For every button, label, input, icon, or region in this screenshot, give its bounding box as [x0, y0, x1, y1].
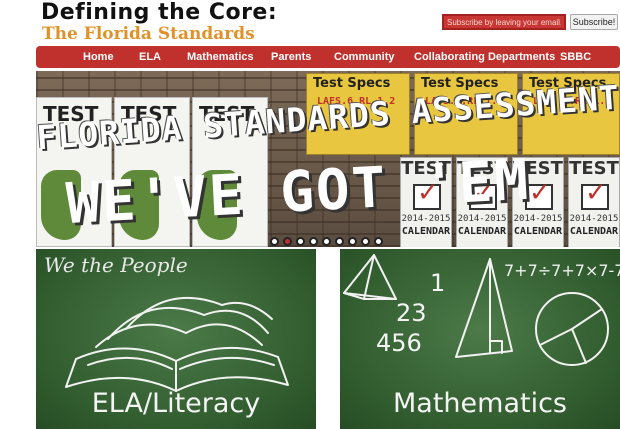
slider-dot[interactable] — [374, 237, 383, 246]
ela-literacy-label: ELA/Literacy — [91, 388, 261, 419]
math-digit-row-2: 23 — [396, 299, 427, 327]
math-digit-row-1: 1 — [430, 269, 446, 297]
nav-item-collaborating-departments[interactable]: Collaborating Departments — [414, 46, 555, 68]
slider-dot[interactable] — [348, 237, 357, 246]
mathematics-label: Mathematics — [393, 388, 567, 419]
site-title[interactable]: Defining the Core: — [41, 0, 277, 25]
slider-dot[interactable] — [335, 237, 344, 246]
slider-dot[interactable] — [296, 237, 305, 246]
slider-pagination — [270, 233, 387, 246]
checkmark-icon: ✓ — [585, 178, 607, 208]
nav-item-sbbc[interactable]: SBBC — [560, 46, 591, 68]
subscribe-button[interactable]: Subscribe! — [570, 14, 618, 30]
hero-slider[interactable]: TEST TEST TEST Test Specs LAFS.6.RL.1.2 … — [36, 71, 620, 247]
test-calendar: TEST ✓ 2014-2015 CALENDAR — [568, 157, 620, 247]
nav-item-parents[interactable]: Parents — [271, 46, 311, 68]
nav-item-ela[interactable]: ELA — [139, 46, 161, 68]
checkmark-icon: ✓ — [529, 178, 551, 208]
main-nav: Home ELA Mathematics Parents Community C… — [36, 46, 620, 68]
slider-dot[interactable] — [309, 237, 318, 246]
nav-item-home[interactable]: Home — [83, 46, 114, 68]
slider-dot[interactable] — [322, 237, 331, 246]
ela-literacy-panel[interactable]: We the People ELA/Literacy — [36, 249, 316, 429]
slider-dot[interactable] — [270, 237, 279, 246]
nav-item-community[interactable]: Community — [334, 46, 395, 68]
math-digit-row-3: 456 — [376, 329, 422, 357]
subscribe-email-input[interactable] — [442, 14, 566, 30]
nav-item-mathematics[interactable]: Mathematics — [187, 46, 254, 68]
slider-dot-active[interactable] — [283, 237, 292, 246]
mathematics-panel[interactable]: 7+7÷7+7×7-7 1 23 456 Mathematics — [340, 249, 620, 429]
site-subtitle[interactable]: The Florida Standards — [42, 24, 255, 44]
slider-dot[interactable] — [361, 237, 370, 246]
